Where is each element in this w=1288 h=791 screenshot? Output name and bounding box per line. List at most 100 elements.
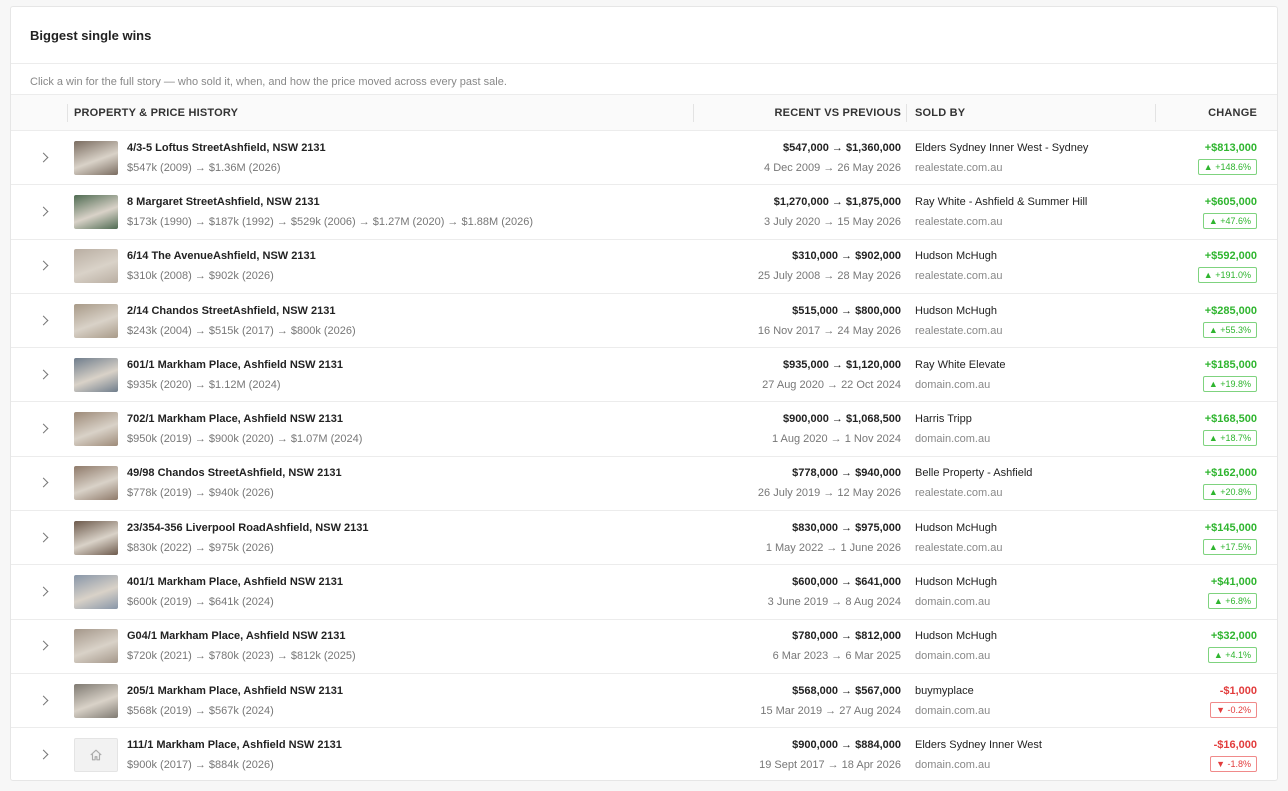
listing-source: realestate.com.au	[915, 161, 1003, 174]
table-row[interactable]: 8 Margaret StreetAshfield, NSW 2131 $173…	[11, 185, 1277, 240]
property-address[interactable]: 205/1 Markham Place, Ashfield NSW 2131	[127, 684, 343, 698]
table-row[interactable]: 2/14 Chandos StreetAshfield, NSW 2131 $2…	[11, 293, 1277, 348]
chevron-right-icon[interactable]	[38, 206, 49, 217]
sold-by-cell: Belle Property - Ashfield realestate.com…	[907, 456, 1156, 510]
recent-vs-previous-cell: $830,000 → $975,000 1 May 2022 → 1 June …	[694, 511, 907, 565]
property-address[interactable]: 49/98 Chandos StreetAshfield, NSW 2131	[127, 466, 342, 480]
chevron-right-icon[interactable]	[38, 532, 49, 543]
property-address[interactable]: 23/354-356 Liverpool RoadAshfield, NSW 2…	[127, 521, 368, 535]
chevron-right-icon[interactable]	[38, 260, 49, 271]
change-percent-badge: ▲ +19.8%	[1202, 375, 1257, 392]
property-address[interactable]: 8 Margaret StreetAshfield, NSW 2131	[127, 195, 533, 209]
chevron-right-icon[interactable]	[38, 695, 49, 706]
sale-dates: 16 Nov 2017 → 24 May 2026	[757, 324, 901, 337]
expand-cell[interactable]	[11, 402, 68, 456]
expand-cell[interactable]	[11, 565, 68, 619]
expand-cell[interactable]	[11, 293, 68, 347]
expand-cell[interactable]	[11, 673, 68, 727]
table-row[interactable]: 111/1 Markham Place, Ashfield NSW 2131 $…	[11, 728, 1277, 780]
change-percent-badge: ▲ +4.1%	[1207, 647, 1257, 664]
agent-name: Elders Sydney Inner West	[915, 739, 1042, 752]
table-row[interactable]: G04/1 Markham Place, Ashfield NSW 2131 $…	[11, 619, 1277, 674]
change-amount: +$285,000	[1204, 304, 1257, 317]
price-change-values: $780,000 → $812,000	[792, 630, 901, 643]
chevron-right-icon[interactable]	[38, 315, 49, 325]
chevron-right-icon[interactable]	[38, 152, 49, 163]
table-row[interactable]: 702/1 Markham Place, Ashfield NSW 2131 $…	[11, 402, 1277, 457]
chevron-right-icon[interactable]	[38, 423, 49, 434]
recent-vs-previous-cell: $900,000 → $1,068,500 1 Aug 2020 → 1 Nov…	[694, 402, 907, 456]
price-history: $900k (2017) → $884k (2026)	[127, 759, 274, 772]
expand-cell[interactable]	[11, 456, 68, 510]
listing-source: domain.com.au	[915, 650, 991, 663]
sale-dates: 1 Aug 2020 → 1 Nov 2024	[771, 433, 901, 446]
recent-vs-previous-cell: $547,000 → $1,360,000 4 Dec 2009 → 26 Ma…	[694, 131, 907, 185]
table-row[interactable]: 205/1 Markham Place, Ashfield NSW 2131 $…	[11, 673, 1277, 728]
recent-vs-previous-cell: $568,000 → $567,000 15 Mar 2019 → 27 Aug…	[694, 673, 907, 727]
chevron-right-icon[interactable]	[38, 640, 49, 651]
expand-cell[interactable]	[11, 619, 68, 673]
expand-cell[interactable]	[11, 131, 68, 185]
expand-cell[interactable]	[11, 728, 68, 780]
price-history: $830k (2022) → $975k (2026)	[127, 541, 274, 554]
property-column-header: PROPERTY & PRICE HISTORY	[68, 95, 694, 131]
sold-by-cell: Hudson McHugh domain.com.au	[907, 565, 1156, 619]
expand-cell[interactable]	[11, 239, 68, 293]
property-address[interactable]: 2/14 Chandos StreetAshfield, NSW 2131	[127, 304, 356, 318]
property-address[interactable]: 702/1 Markham Place, Ashfield NSW 2131	[127, 412, 362, 426]
sale-dates: 1 May 2022 → 1 June 2026	[765, 541, 901, 554]
change-cell: +$285,000 ▲ +55.3%	[1156, 293, 1277, 347]
table-row[interactable]: 49/98 Chandos StreetAshfield, NSW 2131 $…	[11, 456, 1277, 511]
change-percent-badge: ▲ +6.8%	[1207, 593, 1257, 610]
price-history: $600k (2019) → $641k (2024)	[127, 596, 274, 609]
property-cell: 49/98 Chandos StreetAshfield, NSW 2131 $…	[68, 456, 694, 510]
chevron-right-icon[interactable]	[38, 749, 49, 760]
price-history: $720k (2021) → $780k (2023) → $812k (202…	[127, 650, 356, 663]
table-row[interactable]: 401/1 Markham Place, Ashfield NSW 2131 $…	[11, 565, 1277, 620]
change-amount: +$592,000	[1204, 250, 1257, 263]
price-change-values: $515,000 → $800,000	[792, 304, 901, 317]
sold-by-cell: Elders Sydney Inner West - Sydney reales…	[907, 131, 1156, 185]
change-cell: +$185,000 ▲ +19.8%	[1156, 348, 1277, 402]
property-cell: 601/1 Markham Place, Ashfield NSW 2131 $…	[68, 348, 694, 402]
chevron-right-icon[interactable]	[38, 477, 49, 488]
expand-cell[interactable]	[11, 185, 68, 239]
expand-cell[interactable]	[11, 511, 68, 565]
chevron-right-icon[interactable]	[38, 586, 49, 597]
property-address[interactable]: 601/1 Markham Place, Ashfield NSW 2131	[127, 358, 343, 372]
property-thumbnail	[74, 738, 118, 773]
property-address[interactable]: 401/1 Markham Place, Ashfield NSW 2131	[127, 575, 343, 589]
card-header: Biggest single wins	[11, 7, 1277, 64]
property-cell: 401/1 Markham Place, Ashfield NSW 2131 $…	[68, 565, 694, 619]
table-header-row: PROPERTY & PRICE HISTORY RECENT VS PREVI…	[11, 94, 1277, 131]
change-cell: +$145,000 ▲ +17.5%	[1156, 511, 1277, 565]
agent-name: Hudson McHugh	[915, 630, 997, 643]
table-row[interactable]: 23/354-356 Liverpool RoadAshfield, NSW 2…	[11, 511, 1277, 565]
property-cell: 205/1 Markham Place, Ashfield NSW 2131 $…	[68, 673, 694, 727]
property-address[interactable]: 4/3-5 Loftus StreetAshfield, NSW 2131	[127, 141, 326, 155]
sold-by-cell: buymyplace domain.com.au	[907, 673, 1156, 727]
price-history: $243k (2004) → $515k (2017) → $800k (202…	[127, 324, 356, 337]
change-cell: -$1,000 ▼ -0.2%	[1156, 673, 1277, 727]
property-address[interactable]: 111/1 Markham Place, Ashfield NSW 2131	[127, 738, 342, 752]
sold-by-cell: Elders Sydney Inner West domain.com.au	[907, 728, 1156, 780]
agent-name: Ray White - Ashfield & Summer Hill	[915, 195, 1088, 208]
recent-vs-previous-cell: $900,000 → $884,000 19 Sept 2017 → 18 Ap…	[694, 728, 907, 780]
table-row[interactable]: 4/3-5 Loftus StreetAshfield, NSW 2131 $5…	[11, 131, 1277, 185]
table-row[interactable]: 601/1 Markham Place, Ashfield NSW 2131 $…	[11, 348, 1277, 402]
expand-cell[interactable]	[11, 348, 68, 402]
recent-vs-previous-cell: $515,000 → $800,000 16 Nov 2017 → 24 May…	[694, 293, 907, 347]
card-subtitle: Click a win for the full story — who sol…	[30, 76, 507, 88]
recent-vs-previous-cell: $310,000 → $902,000 25 July 2008 → 28 Ma…	[694, 239, 907, 293]
listing-source: realestate.com.au	[915, 541, 1003, 554]
property-address[interactable]: 6/14 The AvenueAshfield, NSW 2131	[127, 249, 316, 263]
change-percent-badge: ▲ +17.5%	[1202, 538, 1257, 555]
listing-source: realestate.com.au	[915, 215, 1003, 228]
change-percent-badge: ▲ +18.7%	[1202, 430, 1257, 447]
table-row[interactable]: 6/14 The AvenueAshfield, NSW 2131 $310k …	[11, 239, 1277, 294]
sold-by-cell: Harris Tripp domain.com.au	[907, 402, 1156, 456]
change-column-header: CHANGE	[1208, 106, 1257, 119]
wins-table: PROPERTY & PRICE HISTORY RECENT VS PREVI…	[11, 94, 1277, 780]
chevron-right-icon[interactable]	[38, 369, 49, 380]
property-address[interactable]: G04/1 Markham Place, Ashfield NSW 2131	[127, 629, 356, 643]
